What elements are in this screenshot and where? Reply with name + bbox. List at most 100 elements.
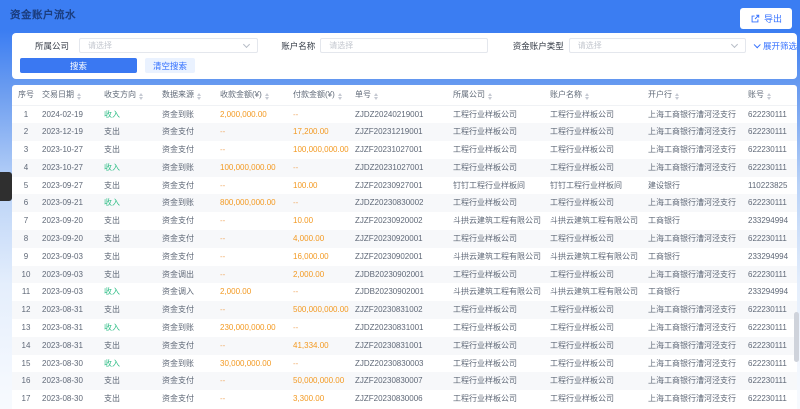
cell-account-no: 622230111 [748, 105, 797, 123]
cell-order-no: ZJZF20231219001 [355, 123, 453, 141]
cell-bank: 上海工商银行漕河泾支行 [648, 194, 748, 212]
cell-source: 资金支付 [162, 301, 220, 319]
cell-date: 2023-08-30 [42, 355, 104, 373]
cell-company: 工程行业样板公司 [453, 390, 550, 408]
company-select[interactable]: 请选择 [79, 38, 258, 53]
cell-bank: 上海工商银行漕河泾支行 [648, 266, 748, 284]
cell-direction: 支出 [104, 212, 162, 230]
cell-direction: 支出 [104, 123, 162, 141]
clear-search-button[interactable]: 清空搜索 [145, 58, 195, 73]
cell-bank: 工商银行 [648, 212, 748, 230]
cell-order-no: ZJZF20230830006 [355, 390, 453, 408]
cell-source: 资金支付 [162, 141, 220, 159]
cell-source: 资金到账 [162, 159, 220, 177]
cell-bank: 上海工商银行漕河泾支行 [648, 319, 748, 337]
cell-company: 工程行业样板公司 [453, 372, 550, 390]
cell-order-no: ZJZF20230831001 [355, 337, 453, 355]
cell-source: 资金调入 [162, 283, 220, 301]
cell-direction: 支出 [104, 372, 162, 390]
cell-order-no: ZJDZ20230830002 [355, 194, 453, 212]
cell-source: 资金到账 [162, 194, 220, 212]
cell-receipt-amount: 100,000,000.00 [220, 159, 293, 177]
top-bar: 资金账户流水 导出 [0, 0, 800, 30]
cell-payment-amount: 10.00 [293, 212, 355, 230]
cell-account-no: 622230111 [748, 194, 797, 212]
account-type-select[interactable]: 请选择 [569, 38, 746, 53]
cell-account-name: 斗拱云建筑工程有限公司 [550, 248, 648, 266]
cell-receipt-amount: -- [220, 248, 293, 266]
side-widget-collapsed[interactable] [0, 172, 12, 201]
table-row: 162023-08-30支出资金支付--50,000,000.00ZJZF202… [12, 372, 797, 390]
sort-icon[interactable] [338, 93, 342, 100]
cell-account-no: 622230111 [748, 301, 797, 319]
expand-filter-link[interactable]: 展开筛选 [754, 40, 797, 52]
cell-direction: 支出 [104, 337, 162, 355]
cell-payment-amount: 100,000,000.00 [293, 141, 355, 159]
cell-account-name: 工程行业样板公司 [550, 372, 648, 390]
cell-order-no: ZJDB20230902001 [355, 266, 453, 284]
cell-payment-amount: 100.00 [293, 177, 355, 195]
vertical-scrollbar-thumb[interactable] [794, 312, 799, 362]
column-header-bank[interactable]: 开户行 [648, 85, 748, 105]
type-filter-label: 资金账户类型 [513, 40, 564, 52]
chevron-down-icon [243, 41, 250, 48]
cell-direction: 支出 [104, 301, 162, 319]
table-row: 132023-08-31收入资金到账230,000,000.00--ZJDZ20… [12, 319, 797, 337]
cell-source: 资金支付 [162, 177, 220, 195]
sort-icon[interactable] [675, 93, 679, 100]
table-row: 142023-08-31支出资金支付--41,334.00ZJZF2023083… [12, 337, 797, 355]
cell-index: 9 [12, 248, 42, 266]
cell-date: 2023-09-21 [42, 194, 104, 212]
account-name-input[interactable] [320, 38, 487, 53]
cell-order-no: ZJZF20230902001 [355, 248, 453, 266]
column-header-company[interactable]: 所属公司 [453, 85, 550, 105]
cell-order-no: ZJDZ20240219001 [355, 105, 453, 123]
cell-company: 工程行业样板公司 [453, 266, 550, 284]
sort-icon[interactable] [265, 93, 269, 100]
sort-icon[interactable] [767, 93, 771, 100]
cell-company: 工程行业样板公司 [453, 123, 550, 141]
cell-payment-amount: -- [293, 355, 355, 373]
sort-icon[interactable] [488, 93, 492, 100]
cell-source: 资金到账 [162, 105, 220, 123]
cell-payment-amount: -- [293, 105, 355, 123]
cell-payment-amount: 2,000.00 [293, 266, 355, 284]
sort-icon[interactable] [197, 93, 201, 100]
column-header-account-name[interactable]: 账户名称 [550, 85, 648, 105]
search-button[interactable]: 搜索 [20, 58, 137, 73]
column-header-payment-amount[interactable]: 付款金额(¥) [293, 85, 355, 105]
cell-direction: 支出 [104, 230, 162, 248]
cell-receipt-amount: -- [220, 230, 293, 248]
flow-table-card: 序号交易日期收支方向数据来源收款金额(¥)付款金额(¥)单号所属公司账户名称开户… [12, 85, 797, 409]
cell-company: 工程行业样板公司 [453, 355, 550, 373]
cell-date: 2023-08-31 [42, 301, 104, 319]
cell-account-no: 622230111 [748, 372, 797, 390]
column-header-order-no[interactable]: 单号 [355, 85, 453, 105]
cell-company: 斗拱云建筑工程有限公司 [453, 212, 550, 230]
cell-account-name: 工程行业样板公司 [550, 266, 648, 284]
sort-icon[interactable] [374, 93, 378, 100]
column-header-date[interactable]: 交易日期 [42, 85, 104, 105]
cell-index: 6 [12, 194, 42, 212]
cell-receipt-amount: -- [220, 123, 293, 141]
cell-index: 15 [12, 355, 42, 373]
sort-icon[interactable] [585, 93, 589, 100]
column-header-source[interactable]: 数据来源 [162, 85, 220, 105]
export-button[interactable]: 导出 [740, 8, 792, 29]
cell-bank: 上海工商银行漕河泾支行 [648, 301, 748, 319]
sort-icon[interactable] [77, 93, 81, 100]
account-filter-label: 账户名称 [281, 40, 315, 52]
column-header-account-no[interactable]: 账号 [748, 85, 797, 105]
column-header-receipt-amount[interactable]: 收款金额(¥) [220, 85, 293, 105]
column-header-direction[interactable]: 收支方向 [104, 85, 162, 105]
cell-order-no: ZJZF20230920002 [355, 212, 453, 230]
cell-source: 资金支付 [162, 337, 220, 355]
table-row: 42023-10-27收入资金到账100,000,000.00--ZJDZ202… [12, 159, 797, 177]
cell-account-name: 工程行业样板公司 [550, 319, 648, 337]
cell-source: 资金支付 [162, 230, 220, 248]
chevron-down-icon [754, 41, 761, 48]
cell-company: 工程行业样板公司 [453, 194, 550, 212]
cell-account-no: 622230111 [748, 141, 797, 159]
sort-icon[interactable] [139, 93, 143, 100]
cell-index: 14 [12, 337, 42, 355]
